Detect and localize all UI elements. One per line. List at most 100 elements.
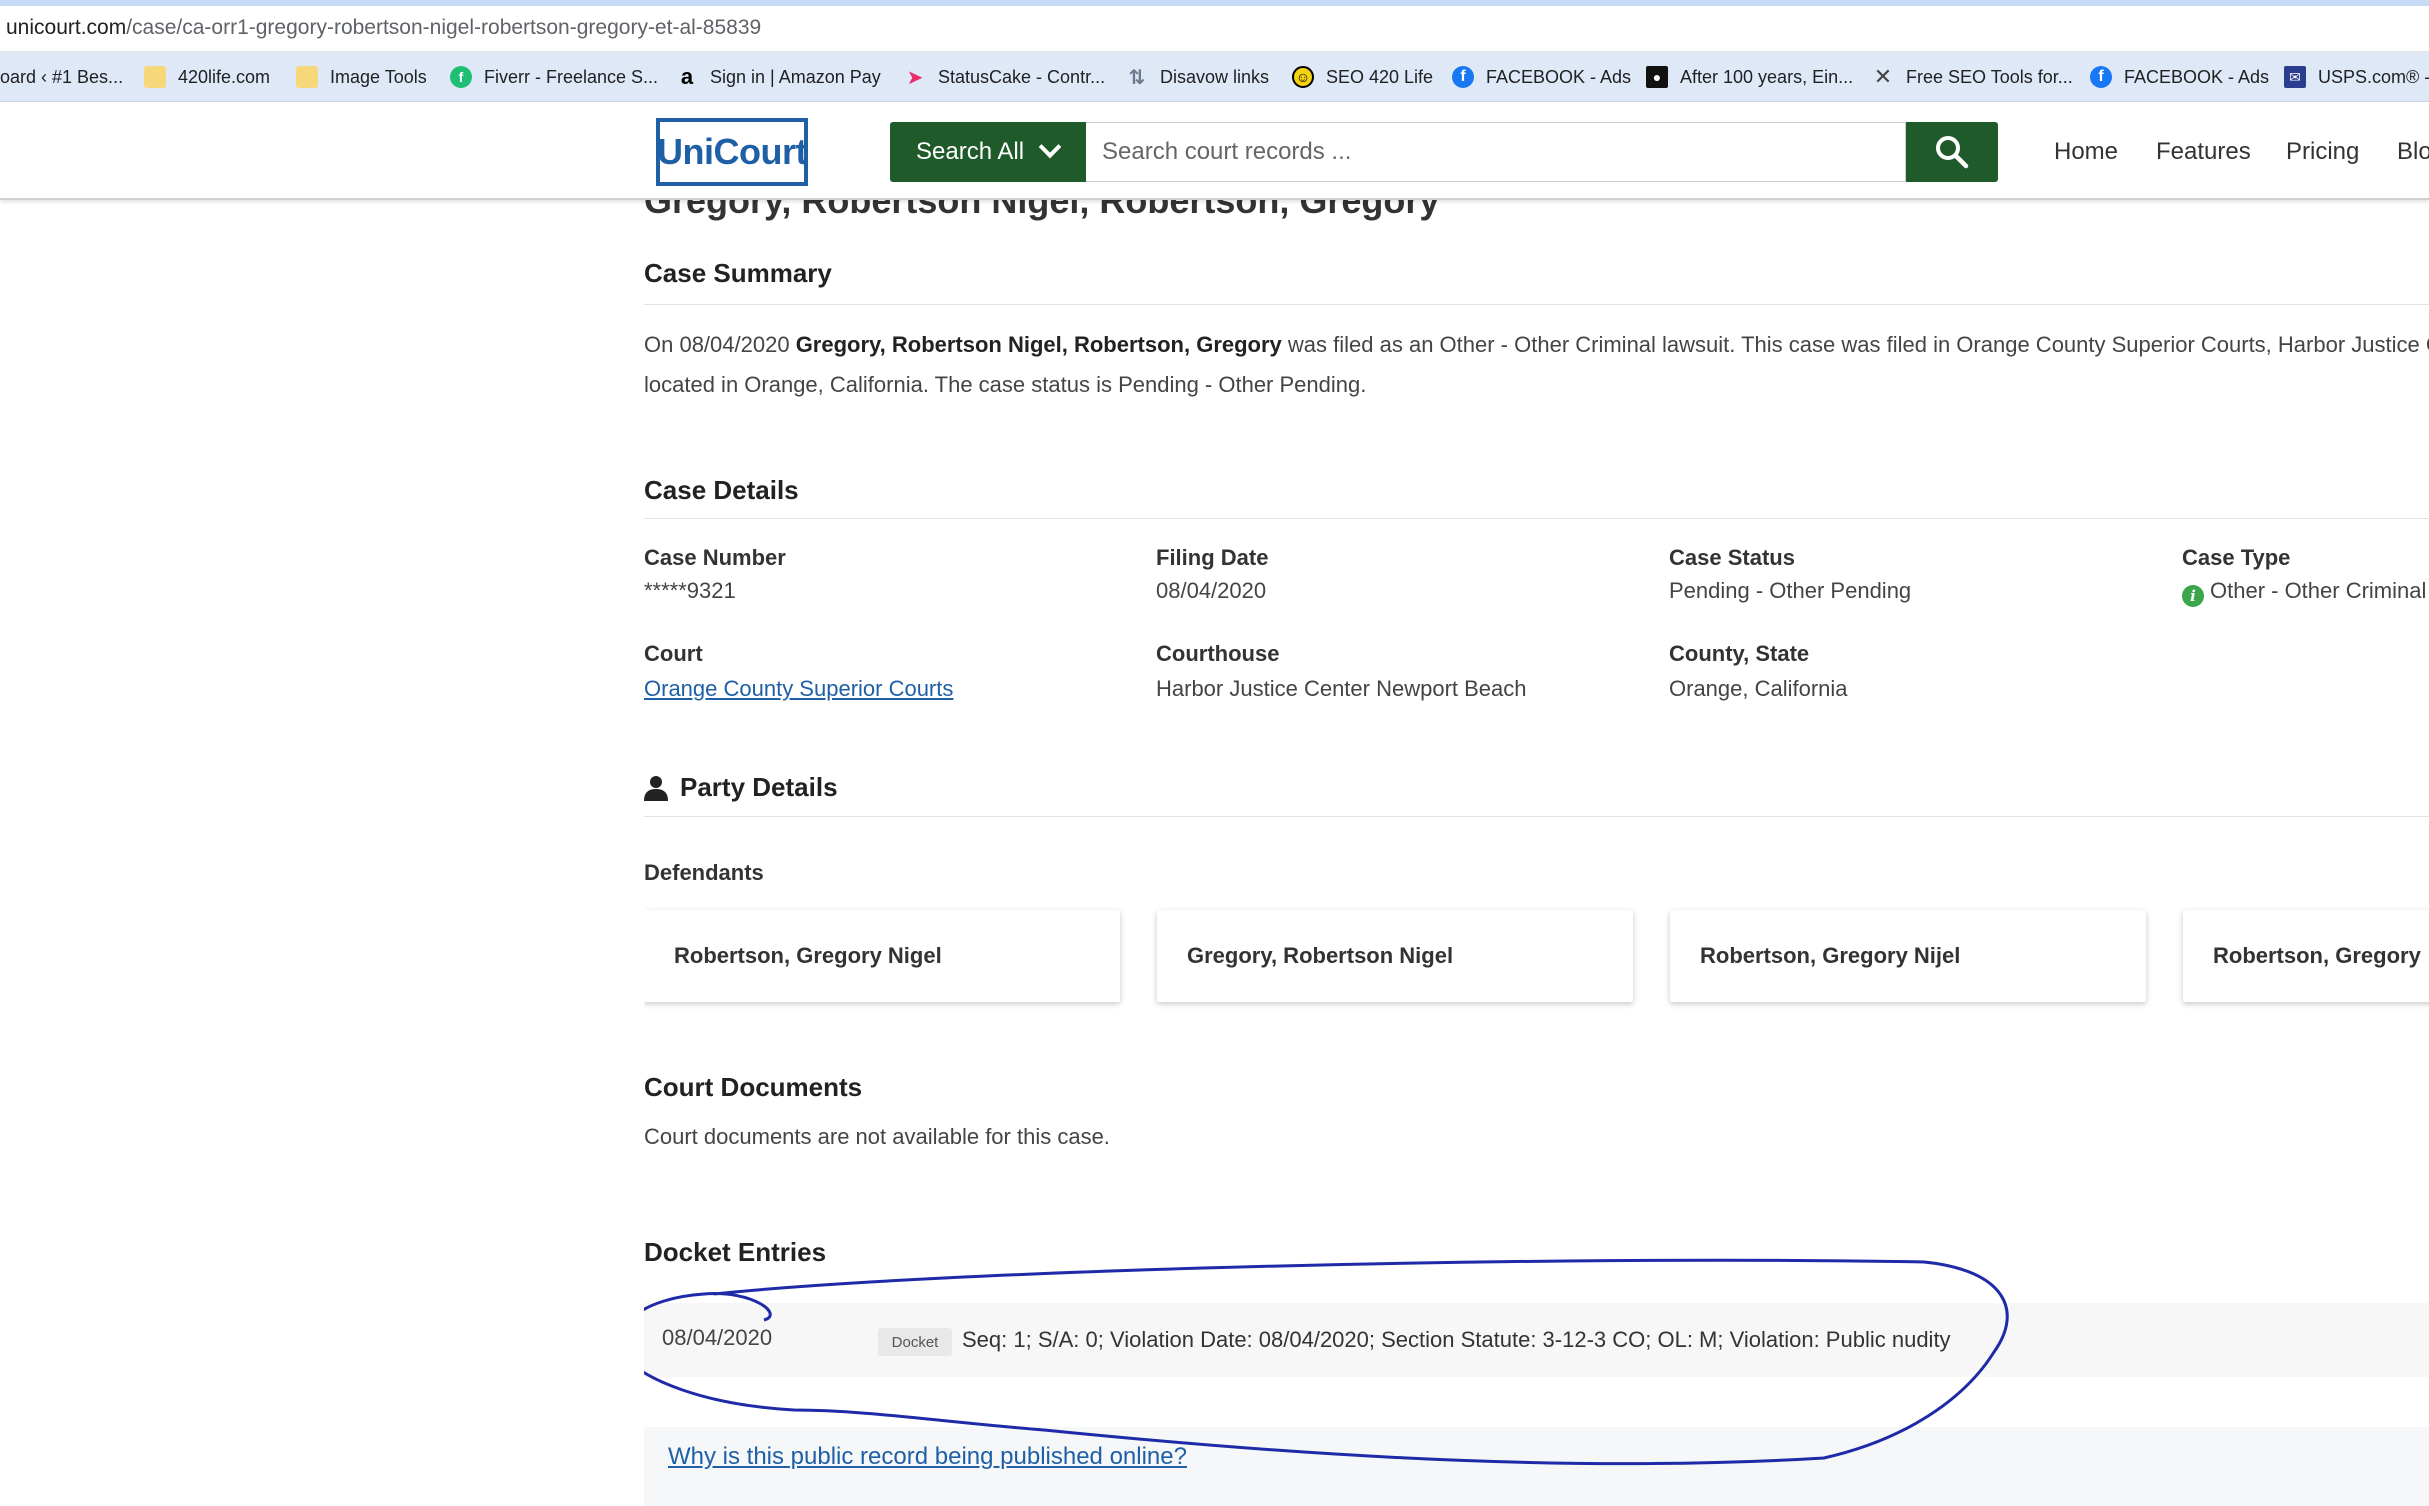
courthouse-label: Courthouse (1156, 641, 1280, 666)
defendant-card[interactable]: Gregory, Robertson Nigel (1157, 910, 1633, 1002)
summary-prefix: On 08/04/2020 (644, 332, 796, 357)
usps-icon: ✉ (2284, 66, 2306, 88)
summary-parties: Gregory, Robertson Nigel, Robertson, Gre… (795, 332, 1282, 357)
case-status-label: Case Status (1669, 545, 1795, 570)
courthouse-value: Harbor Justice Center Newport Beach (1156, 676, 1527, 701)
bookmark-item[interactable]: ⇅ Disavow links (1126, 52, 1270, 101)
bookmark-label: StatusCake - Contr... (938, 66, 1106, 87)
filing-date-value: 08/04/2020 (1156, 578, 1267, 603)
seo-icon: ☺ (1292, 66, 1314, 88)
facebook-icon: f (2090, 66, 2112, 88)
x-icon: ✕ (1873, 64, 1893, 89)
case-number-label: Case Number (644, 545, 786, 570)
case-type-value: i Other - Other Criminal (2182, 578, 2426, 607)
search-icon (1936, 136, 1969, 169)
summary-line1: was filed as an Other - Other Criminal l… (1281, 332, 2429, 357)
why-published-link[interactable]: Why is this public record being publishe… (668, 1443, 1187, 1471)
docket-text: Seq: 1; S/A: 0; Violation Date: 08/04/20… (962, 1327, 1951, 1352)
bookmark-item[interactable]: a Sign in | Amazon Pay (676, 52, 881, 101)
nav-home[interactable]: Home (2054, 122, 2118, 182)
nav-label: Features (2156, 138, 2251, 165)
bookmark-item[interactable]: ➤ StatusCake - Contr... (904, 52, 1106, 101)
search-all-label: Search All (916, 138, 1025, 165)
bookmark-item[interactable]: ✕ Free SEO Tools for... (1872, 52, 2073, 101)
google-icon: ⇅ (1128, 66, 1146, 89)
bookmark-item[interactable]: 420life.com (144, 52, 271, 101)
bookmark-label: Free SEO Tools for... (1906, 66, 2073, 87)
address-bar[interactable]: unicourt.com/case/ca-orr1-gregory-robert… (0, 6, 2429, 52)
nav-pricing[interactable]: Pricing (2286, 122, 2359, 182)
fiverr-icon: f (450, 66, 472, 88)
defendant-card[interactable]: Robertson, Gregory Nijel (1670, 910, 2146, 1002)
defendant-name: Robertson, Gregory Nijel (1700, 943, 1961, 968)
nav-label: Home (2054, 138, 2119, 165)
why-published-box: Why is this public record being publishe… (644, 1427, 2429, 1506)
bookmark-label: Sign in | Amazon Pay (710, 66, 881, 87)
search-input[interactable] (1086, 122, 1906, 182)
info-icon[interactable]: i (2182, 585, 2204, 607)
nav-blog[interactable]: Blo (2397, 122, 2429, 182)
case-type-text: Other - Other Criminal (2210, 578, 2427, 603)
nav-label: Blo (2397, 138, 2429, 165)
unicourt-logo[interactable]: UniCourt (656, 118, 808, 186)
bookmark-item[interactable]: f FACEBOOK - Ads (1452, 52, 1632, 101)
court-documents-heading: Court Documents (644, 1072, 863, 1102)
party-heading-text: Party Details (680, 772, 838, 802)
nav-label: Pricing (2286, 138, 2360, 165)
divider (644, 518, 2429, 519)
docket-entry-row[interactable]: 08/04/2020 Docket Seq: 1; S/A: 0; Violat… (644, 1303, 2429, 1377)
bookmarks-bar: oard ‹ #1 Bes... 420life.com Image Tools… (0, 52, 2429, 102)
bookmark-item[interactable]: ● After 100 years, Ein... (1646, 52, 1854, 101)
bookmark-item[interactable]: ✉ USPS.com® - (2284, 52, 2429, 101)
page-title: Gregory, Robertson Nigel, Robertson, Gre… (644, 200, 1440, 221)
case-details-heading: Case Details (644, 475, 799, 505)
case-summary-heading: Case Summary (644, 258, 832, 288)
site-header: UniCourt Search All Home Features Pricin… (0, 102, 2429, 200)
summary-line2: located in Orange, California. The case … (644, 372, 1367, 397)
case-content: Gregory, Robertson Nigel, Robertson, Gre… (644, 200, 2429, 1506)
bookmark-label: 420life.com (178, 66, 271, 87)
case-summary-text: On 08/04/2020 Gregory, Robertson Nigel, … (644, 325, 2429, 405)
case-type-label: Case Type (2182, 545, 2291, 570)
county-label: County, State (1669, 641, 1810, 666)
docket-entries-heading: Docket Entries (644, 1237, 827, 1267)
county-value: Orange, California (1669, 676, 1848, 701)
bookmark-item[interactable]: f Fiverr - Freelance S... (450, 52, 658, 101)
defendants-label: Defendants (644, 860, 764, 885)
court-value: Orange County Superior Courts (644, 676, 953, 702)
amazon-icon: a (680, 64, 694, 89)
divider (644, 304, 2429, 305)
url-path: /case/ca-orr1-gregory-robertson-nigel-ro… (126, 16, 762, 39)
url-host: unicourt.com (6, 16, 127, 39)
search-all-dropdown[interactable]: Search All (890, 122, 1086, 182)
defendant-card[interactable]: Robertson, Gregory (2183, 910, 2429, 1002)
folder-icon (144, 66, 166, 88)
facebook-icon: f (1452, 66, 1474, 88)
defendant-name: Robertson, Gregory (2213, 943, 2421, 968)
filing-date-label: Filing Date (1156, 545, 1269, 570)
bookmark-item[interactable]: ☺ SEO 420 Life (1292, 52, 1434, 101)
nav-features[interactable]: Features (2156, 122, 2251, 182)
bookmark-label: Disavow links (1160, 66, 1270, 87)
bookmark-item[interactable]: oard ‹ #1 Bes... (0, 52, 124, 101)
article-icon: ● (1646, 66, 1668, 88)
case-number-value: *****9321 (644, 578, 736, 603)
person-icon (644, 775, 668, 801)
defendant-name: Robertson, Gregory Nigel (674, 943, 942, 968)
logo-text: UniCourt (657, 131, 807, 172)
statuscake-icon: ➤ (906, 66, 924, 89)
court-documents-text: Court documents are not available for th… (644, 1124, 1110, 1149)
bookmark-label: oard ‹ #1 Bes... (0, 66, 124, 87)
court-link[interactable]: Orange County Superior Courts (644, 676, 953, 701)
url-text[interactable]: unicourt.com/case/ca-orr1-gregory-robert… (6, 16, 761, 40)
search-button[interactable] (1906, 122, 1998, 182)
defendant-card[interactable]: Robertson, Gregory Nigel (644, 910, 1120, 1002)
party-details-heading: Party Details (644, 772, 838, 803)
bookmark-label: After 100 years, Ein... (1680, 66, 1854, 87)
folder-icon (296, 66, 318, 88)
bookmark-label: SEO 420 Life (1326, 66, 1434, 87)
court-label: Court (644, 641, 703, 666)
bookmark-label: FACEBOOK - Ads (1486, 66, 1632, 87)
bookmark-item[interactable]: f FACEBOOK - Ads (2090, 52, 2269, 101)
bookmark-item[interactable]: Image Tools (296, 52, 427, 101)
